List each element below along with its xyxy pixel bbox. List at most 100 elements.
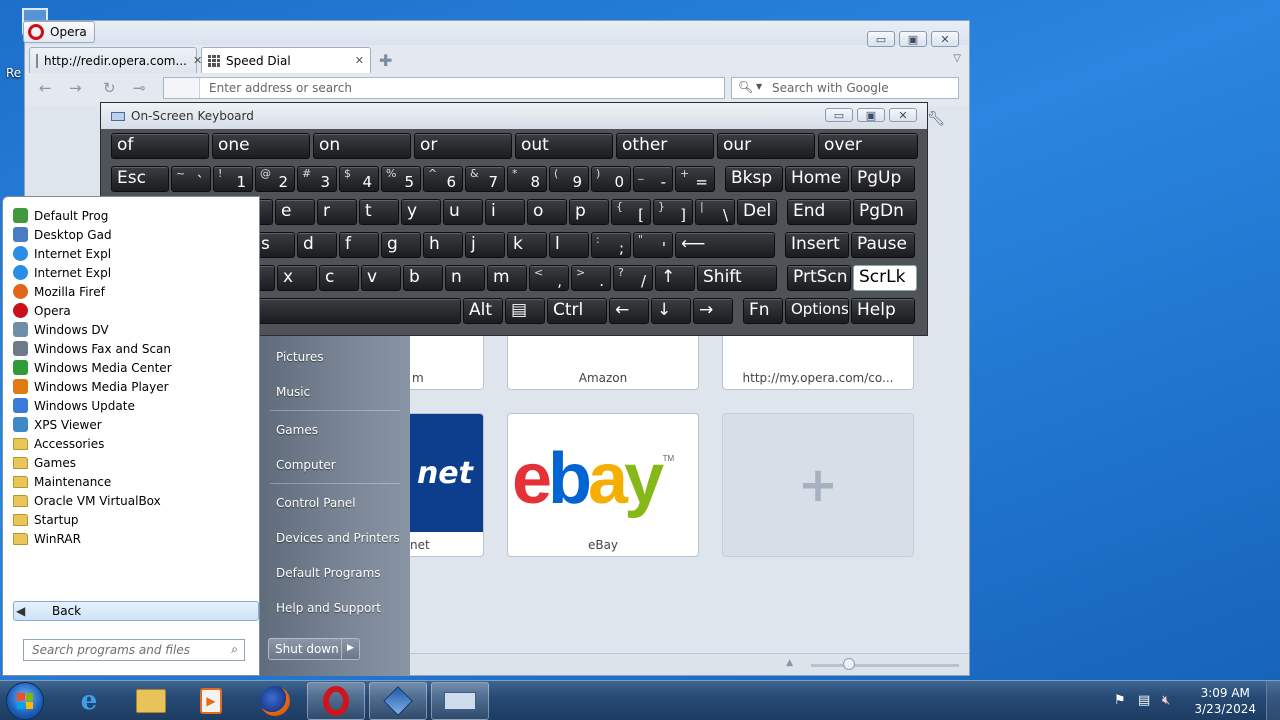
program-item[interactable]: XPS Viewer <box>13 415 102 434</box>
back-arrow-icon[interactable]: ← <box>39 79 52 97</box>
osk-key-help[interactable]: Help <box>851 298 915 324</box>
osk-key-sym0-5[interactable]: $4 <box>339 166 379 192</box>
program-item[interactable]: Internet Expl <box>13 263 111 282</box>
wrench-icon[interactable]: 🔧︎ <box>927 111 945 127</box>
osk-key-k[interactable]: k <box>507 232 547 258</box>
clock[interactable]: 3:09 AM 3/23/2024 <box>1194 685 1256 717</box>
shutdown-button[interactable]: Shut down ▶ <box>268 638 360 660</box>
osk-key-sym0-12[interactable]: _ - <box>633 166 673 192</box>
tab-speed-dial[interactable]: Speed Dial ✕ <box>201 47 371 73</box>
osk-key-sym0-11[interactable]: ) 0 <box>591 166 631 192</box>
network-icon[interactable]: ▤ <box>1138 693 1150 708</box>
osk-key-esc[interactable]: Esc <box>111 166 169 192</box>
osk-key-i[interactable]: i <box>485 199 525 225</box>
tab-close-icon[interactable]: ✕ <box>355 54 364 67</box>
address-field[interactable]: Enter address or search <box>163 77 725 99</box>
osk-key-sym4-5[interactable]: ▤ <box>505 298 545 324</box>
search-field[interactable]: 🔍︎ ▼ Search with Google <box>731 77 959 99</box>
osk-key-end[interactable]: End <box>787 199 851 225</box>
start-link-help-support[interactable]: Help and Support <box>276 601 381 615</box>
speed-dial-tile-ebay[interactable]: ebay TM eBay <box>507 413 699 557</box>
osk-prediction-on[interactable]: on <box>313 133 411 159</box>
program-item[interactable]: Default Prog <box>13 206 108 225</box>
zoom-arrow-icon[interactable]: ▲ <box>786 658 793 668</box>
osk-key-sym0-7[interactable]: ^ 6 <box>423 166 463 192</box>
osk-key-sym0-3[interactable]: @2 <box>255 166 295 192</box>
osk-key-del[interactable]: Del <box>737 199 777 225</box>
start-link-pictures[interactable]: Pictures <box>276 350 324 364</box>
taskbar-on-screen-keyboard[interactable] <box>431 682 489 720</box>
back-button[interactable]: ◀ Back <box>13 601 259 621</box>
osk-key-sym3-8[interactable]: <, <box>529 265 569 291</box>
start-link-computer[interactable]: Computer <box>276 458 336 472</box>
osk-key-j[interactable]: j <box>465 232 505 258</box>
program-item[interactable]: Oracle VM VirtualBox <box>13 491 161 510</box>
taskbar-media-player[interactable]: ▶ <box>182 682 240 720</box>
close-button[interactable]: ✕ <box>889 108 917 122</box>
osk-key-sym1-12[interactable]: }] <box>653 199 693 225</box>
osk-key-sym2-11[interactable]: " ' <box>633 232 673 258</box>
program-item[interactable]: Desktop Gad <box>13 225 112 244</box>
osk-key-fn[interactable]: Fn <box>743 298 783 324</box>
program-item[interactable]: Startup <box>13 510 79 529</box>
minimize-button[interactable]: ▭ <box>825 108 853 122</box>
start-search-input[interactable]: Search programs and files ⌕ <box>23 639 245 661</box>
tab-menu-chevron-icon[interactable]: ▽ <box>953 53 961 64</box>
osk-key-sym0-2[interactable]: ! 1 <box>213 166 253 192</box>
taskbar-opera[interactable] <box>307 682 365 720</box>
taskbar-firefox[interactable] <box>246 682 304 720</box>
program-item[interactable]: Mozilla Firef <box>13 282 105 301</box>
program-item[interactable]: Windows Fax and Scan <box>13 339 171 358</box>
search-icon[interactable]: ⌕ <box>231 642 238 657</box>
start-link-default-programs[interactable]: Default Programs <box>276 566 381 580</box>
program-item[interactable]: Windows Update <box>13 396 135 415</box>
chevron-down-icon[interactable]: ▼ <box>756 82 762 91</box>
program-item[interactable]: Maintenance <box>13 472 111 491</box>
osk-key-sym4-7[interactable]: ← <box>609 298 649 324</box>
osk-key-sym3-9[interactable]: >. <box>571 265 611 291</box>
taskbar-virtualbox[interactable] <box>369 682 427 720</box>
shutdown-options-arrow-icon[interactable]: ▶ <box>341 639 359 659</box>
volume-muted-icon[interactable]: 🔇︎ <box>1162 693 1170 708</box>
osk-key-alt[interactable]: Alt <box>463 298 503 324</box>
show-desktop-button[interactable] <box>1266 681 1280 720</box>
osk-prediction-or[interactable]: or <box>414 133 512 159</box>
osk-prediction-other[interactable]: other <box>616 133 714 159</box>
start-link-control-panel[interactable]: Control Panel <box>276 496 356 510</box>
osk-key-scrlk[interactable]: ScrLk <box>853 265 917 291</box>
osk-key-m[interactable]: m <box>487 265 527 291</box>
tab-redir[interactable]: http://redir.opera.com... ✕ <box>29 47 202 73</box>
program-item[interactable]: Games <box>13 453 76 472</box>
program-item[interactable]: Internet Expl <box>13 244 111 263</box>
osk-key-sym0-13[interactable]: + = <box>675 166 715 192</box>
site-info-badge[interactable] <box>164 78 200 98</box>
program-item[interactable]: Windows Media Center <box>13 358 172 377</box>
osk-key-ctrl[interactable]: Ctrl <box>547 298 607 324</box>
osk-key-home[interactable]: Home <box>785 166 849 192</box>
program-item[interactable]: Windows Media Player <box>13 377 169 396</box>
osk-key-sym1-13[interactable]: | \ <box>695 199 735 225</box>
new-tab-icon[interactable]: ✚ <box>379 51 392 70</box>
close-button[interactable]: ✕ <box>931 31 959 47</box>
osk-prediction-over[interactable]: over <box>818 133 918 159</box>
add-speed-dial-tile[interactable]: + <box>722 413 914 557</box>
opera-menu-button[interactable]: Opera <box>23 21 95 43</box>
osk-key-p[interactable]: p <box>569 199 609 225</box>
osk-key-sym0-1[interactable]: ~ ` <box>171 166 211 192</box>
osk-key-pgdn[interactable]: PgDn <box>853 199 917 225</box>
taskbar-windows-explorer[interactable] <box>122 682 180 720</box>
osk-key-insert[interactable]: Insert <box>785 232 849 258</box>
forward-arrow-icon[interactable]: → <box>69 79 82 97</box>
osk-key-shift[interactable]: Shift <box>697 265 777 291</box>
start-button[interactable] <box>6 682 44 720</box>
start-link-music[interactable]: Music <box>276 385 310 399</box>
osk-prediction-our[interactable]: our <box>717 133 815 159</box>
osk-key-n[interactable]: n <box>445 265 485 291</box>
osk-key-sym0-6[interactable]: % 5 <box>381 166 421 192</box>
osk-key-sym2-10[interactable]: :; <box>591 232 631 258</box>
osk-prediction-out[interactable]: out <box>515 133 613 159</box>
action-center-flag-icon[interactable]: ⚑ <box>1114 693 1126 708</box>
program-item[interactable]: Accessories <box>13 434 104 453</box>
start-link-devices-printers[interactable]: Devices and Printers <box>276 531 400 545</box>
osk-key-sym0-9[interactable]: * 8 <box>507 166 547 192</box>
